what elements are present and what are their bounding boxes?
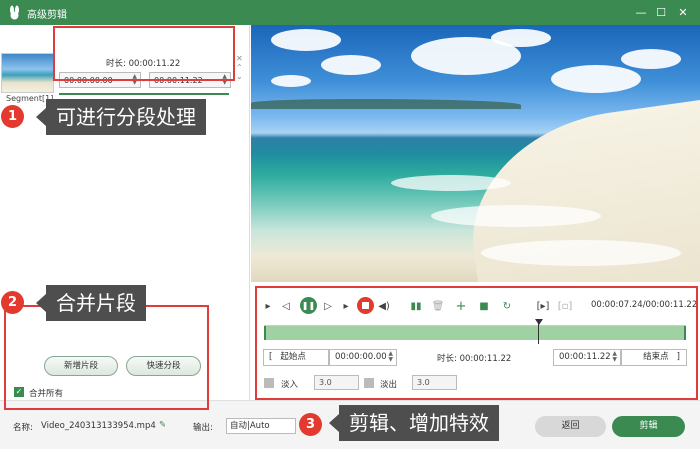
advanced-edit-window: { "window": {"title": "高级剪辑"}, "segment"…: [0, 0, 700, 449]
callout-badge: 1: [1, 105, 24, 128]
segment-close-icon[interactable]: ✕ ⌃ ⌄: [236, 54, 243, 81]
segment-range-line: [59, 93, 229, 95]
controls-highlight-box: [255, 286, 698, 400]
app-logo-icon: [10, 5, 19, 20]
callout-segment: 可进行分段处理: [36, 99, 206, 135]
name-label: 名称:: [13, 423, 33, 433]
segment-highlight-box: [53, 26, 235, 81]
rename-pencil-icon[interactable]: ✎: [159, 420, 166, 430]
close-button[interactable]: ✕: [674, 3, 692, 21]
callout-merge: 合并片段: [36, 285, 146, 321]
panel-divider: [249, 25, 250, 400]
callout-effects: 剪辑、增加特效: [329, 405, 499, 441]
title-bar: 高级剪辑 — ☐ ✕: [0, 0, 700, 25]
output-select[interactable]: 自动|Auto: [226, 418, 296, 434]
segment-thumbnail[interactable]: [1, 53, 54, 93]
video-preview: [251, 25, 700, 282]
callout-badge: 2: [1, 291, 24, 314]
window-title: 高级剪辑: [27, 10, 67, 21]
back-button[interactable]: 返回: [535, 416, 606, 437]
minimize-button[interactable]: —: [632, 3, 650, 21]
output-label: 输出:: [193, 423, 213, 433]
file-name: Video_240313133954.mp4: [41, 421, 156, 431]
callout-badge: 3: [299, 413, 322, 436]
maximize-button[interactable]: ☐: [652, 3, 670, 21]
edit-button[interactable]: 剪辑: [612, 416, 685, 437]
